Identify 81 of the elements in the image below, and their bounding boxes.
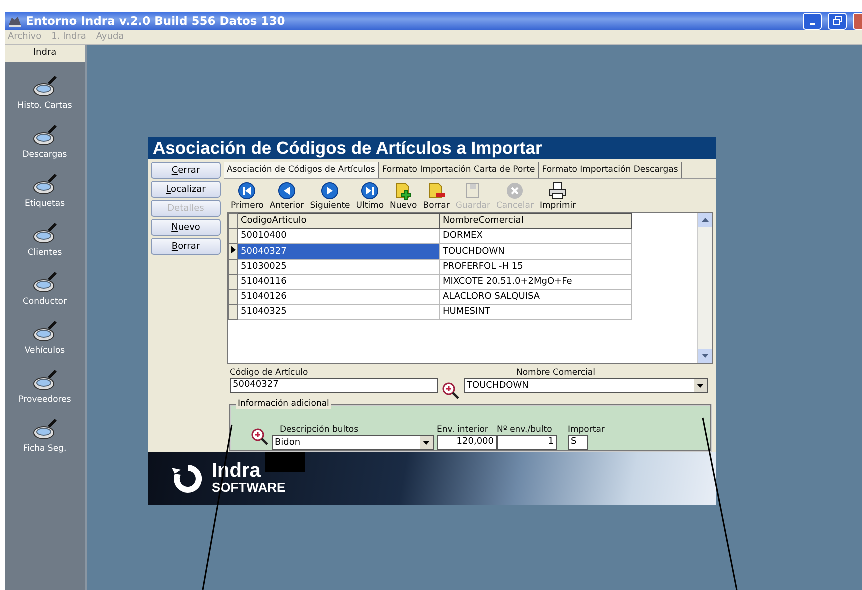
table-cell[interactable]: HUMESINT (440, 304, 632, 320)
sidebar-item[interactable]: Conductor (22, 297, 67, 307)
input-field[interactable]: 50040327 (230, 378, 438, 393)
side-button[interactable]: Nuevo (151, 219, 221, 236)
close-button[interactable] (853, 12, 862, 30)
table-cell[interactable]: DORMEX (440, 228, 632, 244)
sidebar-header[interactable]: Indra (5, 45, 85, 62)
scroll-up-icon[interactable] (702, 218, 708, 222)
magnifier-icon (32, 418, 58, 442)
zoom-icon[interactable] (251, 428, 269, 446)
side-button[interactable]: Cerrar (151, 162, 221, 179)
toolbar-button[interactable]: Siguiente (307, 182, 354, 212)
sidebar-item[interactable]: Clientes (28, 248, 62, 258)
table-cell[interactable]: 51030025 (238, 260, 440, 274)
column-header[interactable]: CodigoArticulo (238, 214, 440, 228)
last-record-icon (361, 182, 380, 200)
side-button[interactable]: Localizar (151, 181, 221, 198)
sidebar-item[interactable]: Proveedores (18, 395, 72, 405)
table-cell[interactable]: 51040126 (238, 290, 440, 304)
cancel-icon (506, 182, 524, 200)
window-title: Entorno Indra v.2.0 Build 556 Datos 130 (26, 14, 286, 28)
first-record-icon (238, 182, 256, 200)
table-cell[interactable]: 51040116 (238, 274, 440, 290)
tab[interactable]: Formato Importación Descargas (539, 162, 682, 178)
magnifier-icon (32, 124, 58, 148)
caret-icon (697, 384, 704, 388)
caret-icon (423, 440, 430, 444)
dropdown-field[interactable]: TOUCHDOWN (464, 378, 708, 393)
printer-icon (549, 182, 568, 200)
toolbar-button[interactable]: Borrar (420, 182, 453, 212)
restore-button[interactable] (828, 12, 847, 30)
table-cell[interactable]: 51040325 (238, 304, 440, 320)
delete-document-icon (428, 182, 446, 200)
toolbar-button[interactable]: Nuevo (387, 182, 420, 212)
field-label: Env. interior (437, 425, 490, 435)
magnifier-icon (32, 369, 58, 393)
next-icon (321, 182, 340, 200)
sidebar-item[interactable]: Vehículos (24, 346, 66, 356)
field-label: Nombre Comercial (516, 368, 596, 378)
group-title: Información adicional (236, 399, 332, 409)
table-cell[interactable]: ALACLORO SALQUISA (440, 290, 632, 304)
brand-subtitle: SOFTWARE (212, 480, 287, 495)
toolbar-button[interactable]: Anterior (266, 182, 308, 212)
dialog-title: Asociación de Códigos de Artículos a Importar (148, 137, 716, 159)
input-field[interactable]: 120,000 (437, 435, 497, 450)
app-icon (8, 15, 22, 27)
tab[interactable]: Formato Importación Carta de Porte (379, 162, 540, 178)
toolbar-button[interactable]: Imprimir (536, 182, 580, 212)
input-field[interactable]: S (568, 435, 588, 450)
column-header[interactable]: NombreComercial (440, 214, 632, 228)
minimize-button[interactable] (803, 12, 822, 30)
toolbar-button[interactable]: Primero (228, 182, 267, 212)
tab[interactable]: Asociación de Códigos de Artículos (224, 162, 380, 178)
sidebar-item[interactable]: Etiquetas (24, 199, 66, 209)
scroll-down-icon[interactable] (702, 354, 708, 358)
zoom-icon[interactable] (442, 382, 460, 400)
previous-icon (278, 182, 296, 200)
restore-icon (832, 16, 842, 26)
magnifier-icon (32, 320, 58, 344)
scrollbar[interactable] (697, 213, 712, 363)
field-label: Importar (568, 425, 605, 435)
brand-name: Indra (212, 462, 261, 480)
sidebar-item[interactable]: Descargas (22, 150, 68, 160)
table-cell[interactable]: 50040327 (238, 244, 440, 260)
dropdown-field[interactable]: Bidon (272, 435, 434, 450)
toolbar-button[interactable]: Ultimo (353, 182, 388, 212)
field-label: Nº env./bulto (497, 425, 554, 435)
magnifier-icon (32, 75, 58, 99)
field-label: Descripción bultos (279, 425, 360, 435)
magnifier-icon (32, 222, 58, 246)
side-button[interactable]: Borrar (151, 238, 221, 255)
table-cell[interactable]: TOUCHDOWN (440, 244, 632, 260)
magnifier-icon (32, 173, 58, 197)
input-field[interactable]: 1 (497, 435, 557, 450)
magnifier-icon (32, 271, 58, 295)
table-cell[interactable]: PROFERFOL -H 15 (440, 260, 632, 274)
table-cell[interactable]: MIXCOTE 20.51.0+2MgO+Fe (440, 274, 632, 290)
sidebar-item[interactable]: Ficha Seg. (23, 444, 67, 454)
sidebar-item[interactable]: Histo. Cartas (18, 101, 72, 111)
add-document-icon (394, 182, 413, 200)
field-label: Código de Artículo (230, 368, 310, 378)
